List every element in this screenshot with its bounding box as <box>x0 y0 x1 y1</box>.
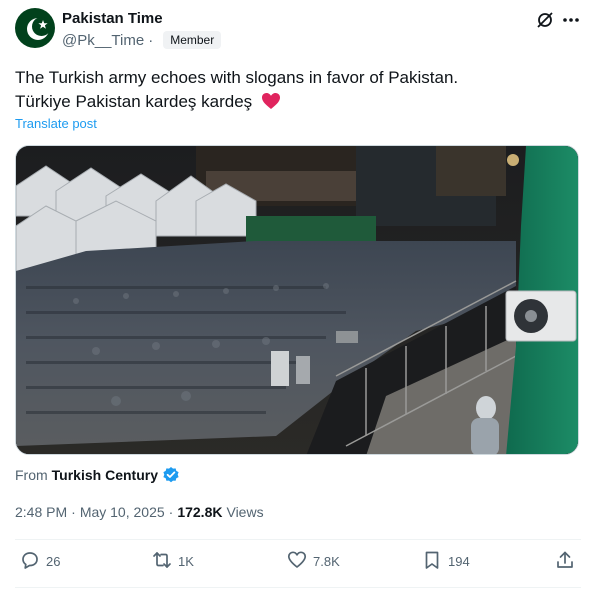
post-meta: 2:48 PM · May 10, 2025 · 172.8K Views <box>15 504 264 520</box>
bookmark-button[interactable]: 194 <box>422 550 470 573</box>
member-badge[interactable]: Member <box>163 31 222 49</box>
post-date[interactable]: May 10, 2025 <box>80 504 165 520</box>
repost-icon <box>152 550 172 573</box>
repost-count: 1K <box>178 554 194 569</box>
post-time[interactable]: 2:48 PM <box>15 504 67 520</box>
like-count: 7.8K <box>313 554 340 569</box>
post-line-2-row: Türkiye Pakistan kardeş kardeş <box>15 90 575 117</box>
share-icon <box>555 550 575 573</box>
meta-separator: · <box>168 504 174 520</box>
verified-icon <box>162 466 180 484</box>
post-video[interactable] <box>15 145 579 455</box>
repost-button[interactable]: 1K <box>152 550 194 573</box>
like-icon <box>287 550 307 573</box>
handle-separator: · <box>148 31 154 49</box>
divider <box>15 587 581 588</box>
reply-count: 26 <box>46 554 61 569</box>
views-label: Views <box>226 504 264 520</box>
translate-post-link[interactable]: Translate post <box>15 116 97 131</box>
author-handle[interactable]: @Pk__Time <box>62 32 144 49</box>
source-attribution: From Turkish Century <box>15 466 180 484</box>
bookmark-icon <box>422 550 442 573</box>
share-button[interactable] <box>555 550 575 573</box>
post-text: The Turkish army echoes with slogans in … <box>15 66 575 117</box>
meta-separator: · <box>71 504 76 520</box>
pakistan-flag-avatar[interactable] <box>15 8 55 48</box>
author-name[interactable]: Pakistan Time <box>62 10 163 27</box>
post-card: Pakistan Time @Pk__Time · Member The Tur… <box>0 0 596 590</box>
views-count[interactable]: 172.8K <box>177 504 222 520</box>
grok-icon[interactable] <box>536 11 554 29</box>
divider <box>15 539 581 540</box>
reply-button[interactable]: 26 <box>20 550 60 573</box>
action-bar: 26 1K 7.8K 194 <box>15 550 581 578</box>
author-handle-row: @Pk__Time · Member <box>62 31 222 49</box>
source-name[interactable]: Turkish Century <box>52 467 158 483</box>
bookmark-count: 194 <box>448 554 470 569</box>
post-line-2: Türkiye Pakistan kardeş kardeş <box>15 92 253 111</box>
more-icon[interactable] <box>561 11 581 29</box>
reply-icon <box>20 550 40 573</box>
heart-emoji-icon <box>261 92 281 117</box>
source-prefix: From <box>15 467 48 483</box>
like-button[interactable]: 7.8K <box>287 550 340 573</box>
post-line-1: The Turkish army echoes with slogans in … <box>15 68 459 87</box>
